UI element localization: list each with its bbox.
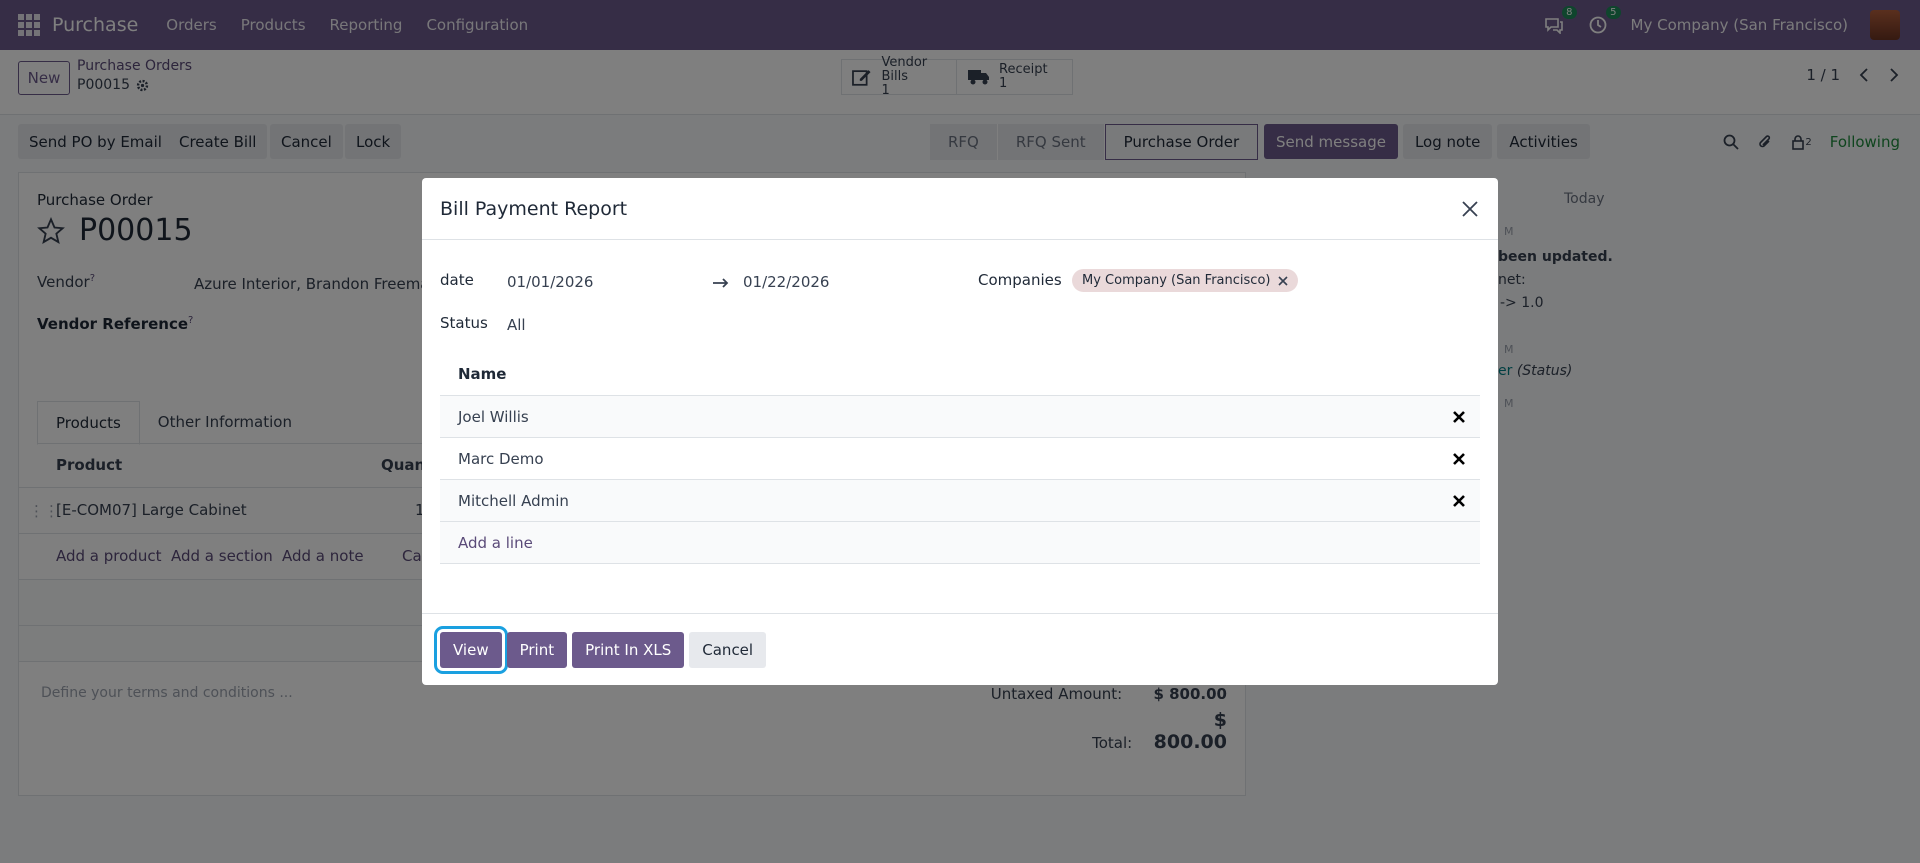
bill-payment-report-dialog: Bill Payment Report date 01/01/2026 01/2… — [422, 178, 1498, 685]
company-tag-label: My Company (San Francisco) — [1082, 273, 1271, 288]
modal-title: Bill Payment Report — [440, 197, 628, 220]
delete-row-icon[interactable] — [1452, 494, 1466, 508]
print-button[interactable]: Print — [506, 631, 568, 668]
print-xls-button[interactable]: Print In XLS — [572, 631, 685, 668]
table-row[interactable]: Joel Willis — [440, 396, 1480, 438]
add-line-link[interactable]: Add a line — [440, 522, 1480, 564]
view-button[interactable]: View — [434, 625, 508, 674]
close-icon[interactable] — [1456, 195, 1484, 223]
date-label: date — [440, 271, 474, 289]
tag-remove-icon[interactable] — [1278, 275, 1289, 286]
col-name[interactable]: Name — [440, 352, 1480, 396]
status-select[interactable]: All — [507, 316, 526, 334]
delete-row-icon[interactable] — [1452, 410, 1466, 424]
date-from-input[interactable]: 01/01/2026 — [507, 273, 593, 291]
modal-footer: View Print Print In XLS Cancel — [422, 613, 1498, 685]
date-to-input[interactable]: 01/22/2026 — [743, 273, 829, 291]
row-name: Marc Demo — [458, 449, 544, 468]
status-label: Status — [440, 314, 488, 332]
row-name: Joel Willis — [458, 407, 529, 426]
company-tag: My Company (San Francisco) — [1072, 269, 1299, 292]
companies-label: Companies — [978, 271, 1062, 289]
cancel-button[interactable]: Cancel — [689, 631, 767, 668]
row-name: Mitchell Admin — [458, 491, 569, 510]
table-row[interactable]: Marc Demo — [440, 438, 1480, 480]
delete-row-icon[interactable] — [1452, 452, 1466, 466]
users-table: Name Joel Willis Marc Demo Mitchell Admi… — [440, 352, 1480, 564]
table-row[interactable]: Mitchell Admin — [440, 480, 1480, 522]
arrow-right-icon — [713, 278, 729, 288]
